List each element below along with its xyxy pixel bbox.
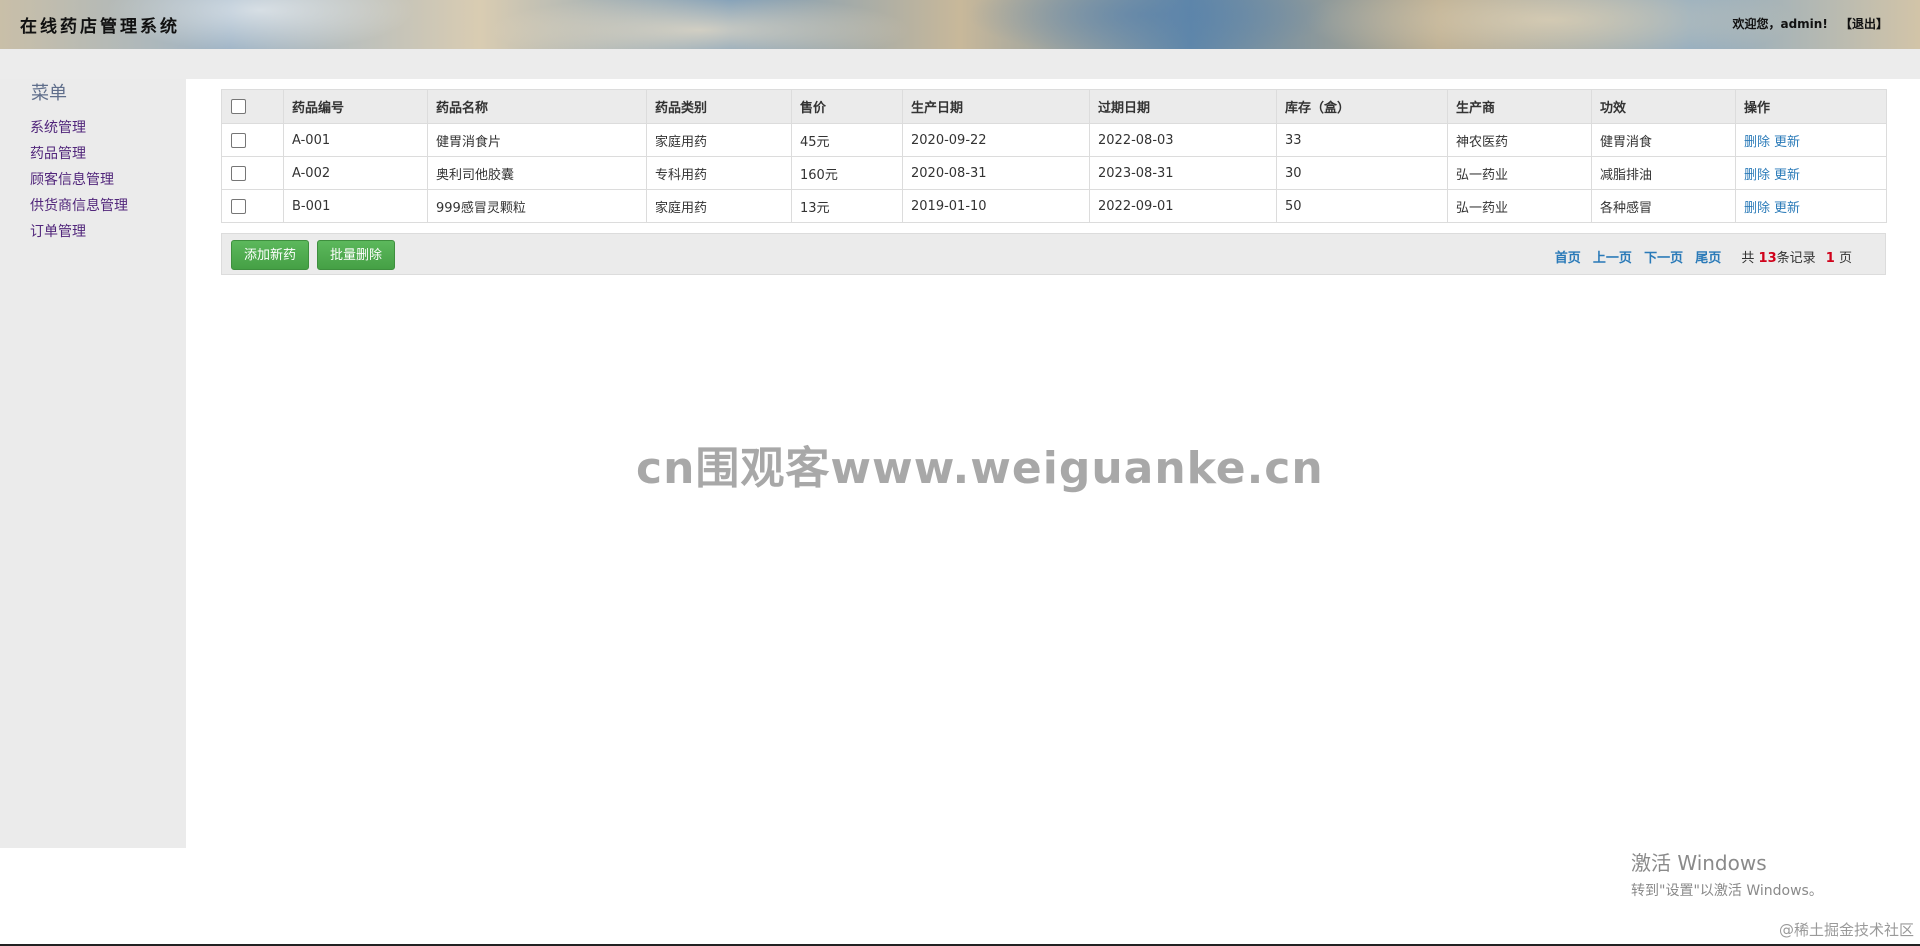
add-drug-button[interactable]: 添加新药 <box>231 240 310 270</box>
cell-operations: 删除 更新 <box>1735 156 1887 190</box>
sidebar: 菜单 系统管理 药品管理 顾客信息管理 供货商信息管理 订单管理 <box>0 79 186 848</box>
cell-effect: 各种感冒 <box>1591 189 1736 223</box>
column-header: 药品编号 <box>283 89 428 124</box>
total-prefix: 共 <box>1741 251 1755 266</box>
windows-activation-notice: 激活 Windows 转到"设置"以激活 Windows。 <box>1631 847 1823 900</box>
row-select-cell <box>221 123 284 157</box>
cell-effect: 减脂排油 <box>1591 156 1736 190</box>
cell-name: 奥利司他胶囊 <box>427 156 647 190</box>
cell-operations: 删除 更新 <box>1735 189 1887 223</box>
cell-category: 家庭用药 <box>646 123 792 157</box>
logout-link[interactable]: 【退出】 <box>1840 17 1888 31</box>
delete-link[interactable]: 删除 <box>1744 135 1770 150</box>
cell-production-date: 2020-08-31 <box>902 156 1090 190</box>
batch-delete-button[interactable]: 批量删除 <box>317 240 396 270</box>
cell-production-date: 2020-09-22 <box>902 123 1090 157</box>
cell-manufacturer: 弘一药业 <box>1447 189 1592 223</box>
row-checkbox[interactable] <box>231 198 246 214</box>
cell-name: 999感冒灵颗粒 <box>427 189 647 223</box>
row-checkbox[interactable] <box>231 132 246 148</box>
update-link[interactable]: 更新 <box>1774 201 1800 216</box>
menu-item-customers[interactable]: 顾客信息管理 <box>30 167 128 193</box>
cell-stock: 50 <box>1276 189 1448 223</box>
menu-item-suppliers[interactable]: 供货商信息管理 <box>30 193 128 219</box>
main-content: 药品编号 药品名称 药品类别 售价 生产日期 过期日期 库存（盒） 生产商 功效… <box>221 89 1887 275</box>
drug-table: 药品编号 药品名称 药品类别 售价 生产日期 过期日期 库存（盒） 生产商 功效… <box>221 89 1887 223</box>
cell-name: 健胃消食片 <box>427 123 647 157</box>
menu-title: 菜单 <box>31 83 67 104</box>
header-banner: 在线药店管理系统 欢迎您，admin! 【退出】 <box>0 0 1920 50</box>
cell-production-date: 2019-01-10 <box>902 189 1090 223</box>
cell-code: B-001 <box>283 189 428 223</box>
total-records: 13 <box>1758 251 1777 266</box>
cell-category: 家庭用药 <box>646 189 792 223</box>
menu-item-orders[interactable]: 订单管理 <box>30 219 128 245</box>
table-footer-bar: 添加新药 批量删除 首页 上一页 下一页 尾页 共 13条记录 1 页 <box>221 233 1886 275</box>
cell-price: 45元 <box>791 123 903 157</box>
total-pages: 1 <box>1825 251 1835 266</box>
column-header: 售价 <box>791 89 903 124</box>
app-title: 在线药店管理系统 <box>20 17 180 37</box>
pagination: 首页 上一页 下一页 尾页 共 13条记录 1 页 <box>1547 247 1852 266</box>
cell-price: 13元 <box>791 189 903 223</box>
cell-price: 160元 <box>791 156 903 190</box>
site-watermark: cn围观客www.weiguanke.cn <box>636 443 1324 494</box>
first-page-link[interactable]: 首页 <box>1555 251 1581 266</box>
column-header: 功效 <box>1591 89 1736 124</box>
menu-item-system[interactable]: 系统管理 <box>30 115 128 141</box>
column-header: 操作 <box>1735 89 1887 124</box>
table-row: A-002 奥利司他胶囊 专科用药 160元 2020-08-31 2023-0… <box>221 156 1887 190</box>
pages-suffix: 页 <box>1838 251 1852 266</box>
table-row: B-001 999感冒灵颗粒 家庭用药 13元 2019-01-10 2022-… <box>221 189 1887 223</box>
cell-expiry-date: 2023-08-31 <box>1089 156 1277 190</box>
cell-manufacturer: 神农医药 <box>1447 123 1592 157</box>
menu-item-drugs[interactable]: 药品管理 <box>30 141 128 167</box>
cell-category: 专科用药 <box>646 156 792 190</box>
cell-manufacturer: 弘一药业 <box>1447 156 1592 190</box>
records-suffix: 条记录 <box>1776 251 1816 266</box>
select-all-checkbox[interactable] <box>231 99 246 114</box>
corner-watermark: @稀土掘金技术社区 <box>1778 921 1914 939</box>
table-row: A-001 健胃消食片 家庭用药 45元 2020-09-22 2022-08-… <box>221 123 1887 157</box>
row-checkbox[interactable] <box>231 165 246 181</box>
column-header: 药品名称 <box>427 89 647 124</box>
table-header-row: 药品编号 药品名称 药品类别 售价 生产日期 过期日期 库存（盒） 生产商 功效… <box>221 89 1887 124</box>
update-link[interactable]: 更新 <box>1774 168 1800 183</box>
cell-stock: 33 <box>1276 123 1448 157</box>
column-header: 药品类别 <box>646 89 792 124</box>
column-header: 库存（盒） <box>1276 89 1448 124</box>
welcome-text: 欢迎您，admin! <box>1732 17 1828 31</box>
column-header: 生产日期 <box>902 89 1090 124</box>
last-page-link[interactable]: 尾页 <box>1695 251 1721 266</box>
cell-stock: 30 <box>1276 156 1448 190</box>
cell-expiry-date: 2022-09-01 <box>1089 189 1277 223</box>
row-select-cell <box>221 189 284 223</box>
activation-title: 激活 Windows <box>1631 851 1767 875</box>
cell-effect: 健胃消食 <box>1591 123 1736 157</box>
activation-subtitle: 转到"设置"以激活 Windows。 <box>1631 883 1823 899</box>
next-page-link[interactable]: 下一页 <box>1644 251 1683 266</box>
cell-operations: 删除 更新 <box>1735 123 1887 157</box>
column-header: 生产商 <box>1447 89 1592 124</box>
column-header: 过期日期 <box>1089 89 1277 124</box>
prev-page-link[interactable]: 上一页 <box>1593 251 1632 266</box>
header-divider-strip <box>0 49 1920 79</box>
record-summary: 共 13条记录 1 页 <box>1741 251 1852 266</box>
select-all-cell <box>221 89 284 124</box>
row-select-cell <box>221 156 284 190</box>
cell-expiry-date: 2022-08-03 <box>1089 123 1277 157</box>
delete-link[interactable]: 删除 <box>1744 201 1770 216</box>
update-link[interactable]: 更新 <box>1774 135 1800 150</box>
cell-code: A-001 <box>283 123 428 157</box>
delete-link[interactable]: 删除 <box>1744 168 1770 183</box>
user-area: 欢迎您，admin! 【退出】 <box>1732 15 1888 32</box>
cell-code: A-002 <box>283 156 428 190</box>
menu-list: 系统管理 药品管理 顾客信息管理 供货商信息管理 订单管理 <box>30 115 128 245</box>
